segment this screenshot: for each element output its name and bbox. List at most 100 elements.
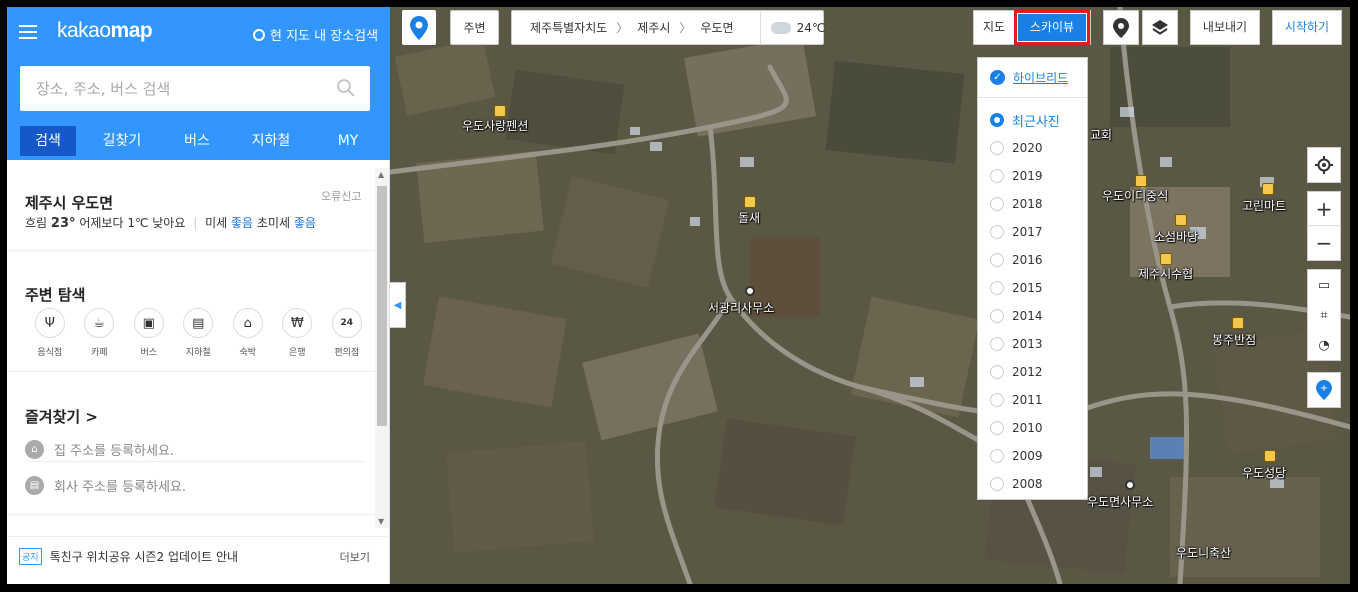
tab-directions[interactable]: 길찾기 [76,126,168,156]
restaurant-icon[interactable] [1135,175,1147,187]
office-icon[interactable] [1125,480,1135,490]
add-marker-button[interactable]: + [1308,373,1340,407]
map-label-pension[interactable]: 우도사랑펜션 [462,117,528,134]
menu-icon[interactable] [19,25,37,39]
tab-search[interactable]: 검색 [20,126,76,156]
home-icon: ⌂ [25,440,44,459]
map-label-suhyup[interactable]: 제주시수협 [1138,265,1193,282]
report-error-link[interactable]: 오류신고 [321,188,361,204]
logo[interactable]: kakaomap [57,19,153,43]
category-cafe[interactable]: ☕ 카페 [75,308,125,358]
export-button[interactable]: 내보내기 [1190,10,1260,45]
category-bank[interactable]: ₩ 은행 [273,308,323,358]
breadcrumb-town[interactable]: 우도면 [700,19,733,36]
favorite-work[interactable]: ▤ 회사 주소를 등록하세요. [25,476,186,495]
add-marker-group: + [1307,372,1341,408]
map-canvas[interactable]: ◀ 주변 제주특별자치도 〉 제주시 〉 우도면 24℃ 지도 스카이뷰 내보내… [390,7,1350,584]
category-restaurant[interactable]: Ψ 음식점 [25,308,75,358]
map-label-livestock[interactable]: 우도니축산 [1176,544,1231,561]
category-lodging[interactable]: ⌂ 숙박 [223,308,273,358]
nearby-search-toggle[interactable]: 현 지도 내 장소검색 [253,25,378,44]
year-option-2012[interactable]: 2012 [978,358,1087,386]
category-convenience[interactable]: 24 편의점 [322,308,372,358]
hybrid-option[interactable]: ✓ 하이브리드 [978,58,1087,98]
map-label-mart[interactable]: 고린마트 [1242,197,1286,214]
radio-icon [253,28,265,41]
distance-tool-button[interactable]: ▭ [1308,270,1340,300]
marker-icon [1113,17,1129,38]
radius-tool-button[interactable]: ◔ [1308,330,1340,360]
category-subway[interactable]: ▤ 지하철 [174,308,224,358]
year-option-2016[interactable]: 2016 [978,246,1087,274]
maptype-map-button[interactable]: 지도 [974,11,1014,44]
year-option-2013[interactable]: 2013 [978,330,1087,358]
tab-bus[interactable]: 버스 [168,126,226,156]
scrollbar-thumb[interactable] [377,186,387,426]
map-label-bongju[interactable]: 봉주반점 [1212,331,1256,348]
scroll-up-icon[interactable]: ▲ [378,170,384,179]
roadview-pin-button[interactable] [402,10,436,45]
lodging-icon[interactable] [494,105,506,117]
nearby-button[interactable]: 주변 [450,10,499,45]
year-option-2011[interactable]: 2011 [978,386,1087,414]
year-option-2015[interactable]: 2015 [978,274,1087,302]
office-icon[interactable] [745,286,755,296]
cart-icon[interactable] [1262,183,1274,195]
map-weather: 24℃ [759,10,825,45]
map-label-dolsae[interactable]: 돌새 [738,209,760,226]
map-label-soseom[interactable]: 소섬바당 [1154,228,1198,245]
zoom-out-button[interactable]: − [1308,226,1340,260]
map-tools: ▭ ⌗ ◔ [1307,269,1341,361]
lodging-icon[interactable] [744,196,756,208]
breadcrumb-province[interactable]: 제주특별자치도 [530,19,607,36]
notice-more-link[interactable]: 더보기 [340,549,370,565]
year-option-2020[interactable]: 2020 [978,134,1087,162]
fine-dust-value: 좋음 [231,216,254,230]
favorite-home[interactable]: ⌂ 집 주소를 등록하세요. [25,440,174,459]
start-button[interactable]: 시작하기 [1272,10,1342,45]
radio-icon [990,477,1004,491]
map-label-udo-office[interactable]: 우도면사무소 [1087,493,1153,510]
search-input[interactable] [20,66,320,111]
cloud-icon [770,21,791,34]
year-option-2008[interactable]: 2008 [978,470,1087,498]
category-bus[interactable]: ▣ 버스 [124,308,174,358]
ultra-dust-value: 좋음 [293,216,316,230]
breadcrumb-city[interactable]: 제주시 [637,19,670,36]
year-option-2009[interactable]: 2009 [978,442,1087,470]
map-label-seogwang-office[interactable]: 서광리사무소 [708,299,774,316]
favorites-title[interactable]: 즐겨찾기 > [25,406,98,427]
area-tool-button[interactable]: ⌗ [1308,300,1340,330]
zoom-in-button[interactable]: + [1308,192,1340,226]
year-option-recent[interactable]: 최근사진 [978,106,1087,134]
church-icon[interactable] [1264,450,1276,462]
collapse-sidebar-button[interactable]: ◀ [390,282,406,328]
scroll-down-icon[interactable]: ▼ [378,517,384,526]
year-option-2017[interactable]: 2017 [978,218,1087,246]
year-option-2019[interactable]: 2019 [978,162,1087,190]
plus-icon: + [1315,196,1333,221]
maptype-skyview-button[interactable]: 스카이뷰 [1014,10,1090,45]
bank-icon[interactable] [1160,253,1172,265]
year-option-2014[interactable]: 2014 [978,302,1087,330]
search-icon[interactable] [336,78,356,98]
map-label-catholic[interactable]: 우도성당 [1242,464,1286,481]
map-label-restaurant[interactable]: 우도이디중식 [1102,187,1168,204]
year-option-2018[interactable]: 2018 [978,190,1087,218]
ultra-dust-label: 초미세 [256,216,291,230]
my-location-button[interactable] [1308,148,1340,182]
sidebar-scrollbar[interactable]: ▲ ▼ [375,168,389,528]
tab-subway[interactable]: 지하철 [226,126,316,156]
roadview-button[interactable] [1103,10,1139,45]
tab-my[interactable]: MY [316,126,380,156]
notice-text[interactable]: 톡친구 위치공유 시즌2 업데이트 안내 [50,548,239,565]
lodging-icon[interactable] [1175,214,1187,226]
layers-button[interactable] [1142,10,1178,45]
restaurant-icon[interactable] [1232,317,1244,329]
year-option-2010[interactable]: 2010 [978,414,1087,442]
sidebar-header: kakaomap 현 지도 내 장소검색 검색 길찾기 버스 지하철 MY [7,7,390,160]
maptype-toggle: 지도 스카이뷰 [973,10,1091,45]
map-label-church[interactable]: 교회 [1090,126,1112,143]
fork-knife-icon: Ψ [34,308,65,338]
notice-bar[interactable]: 공지 톡친구 위치공유 시즌2 업데이트 안내 더보기 [7,536,390,576]
